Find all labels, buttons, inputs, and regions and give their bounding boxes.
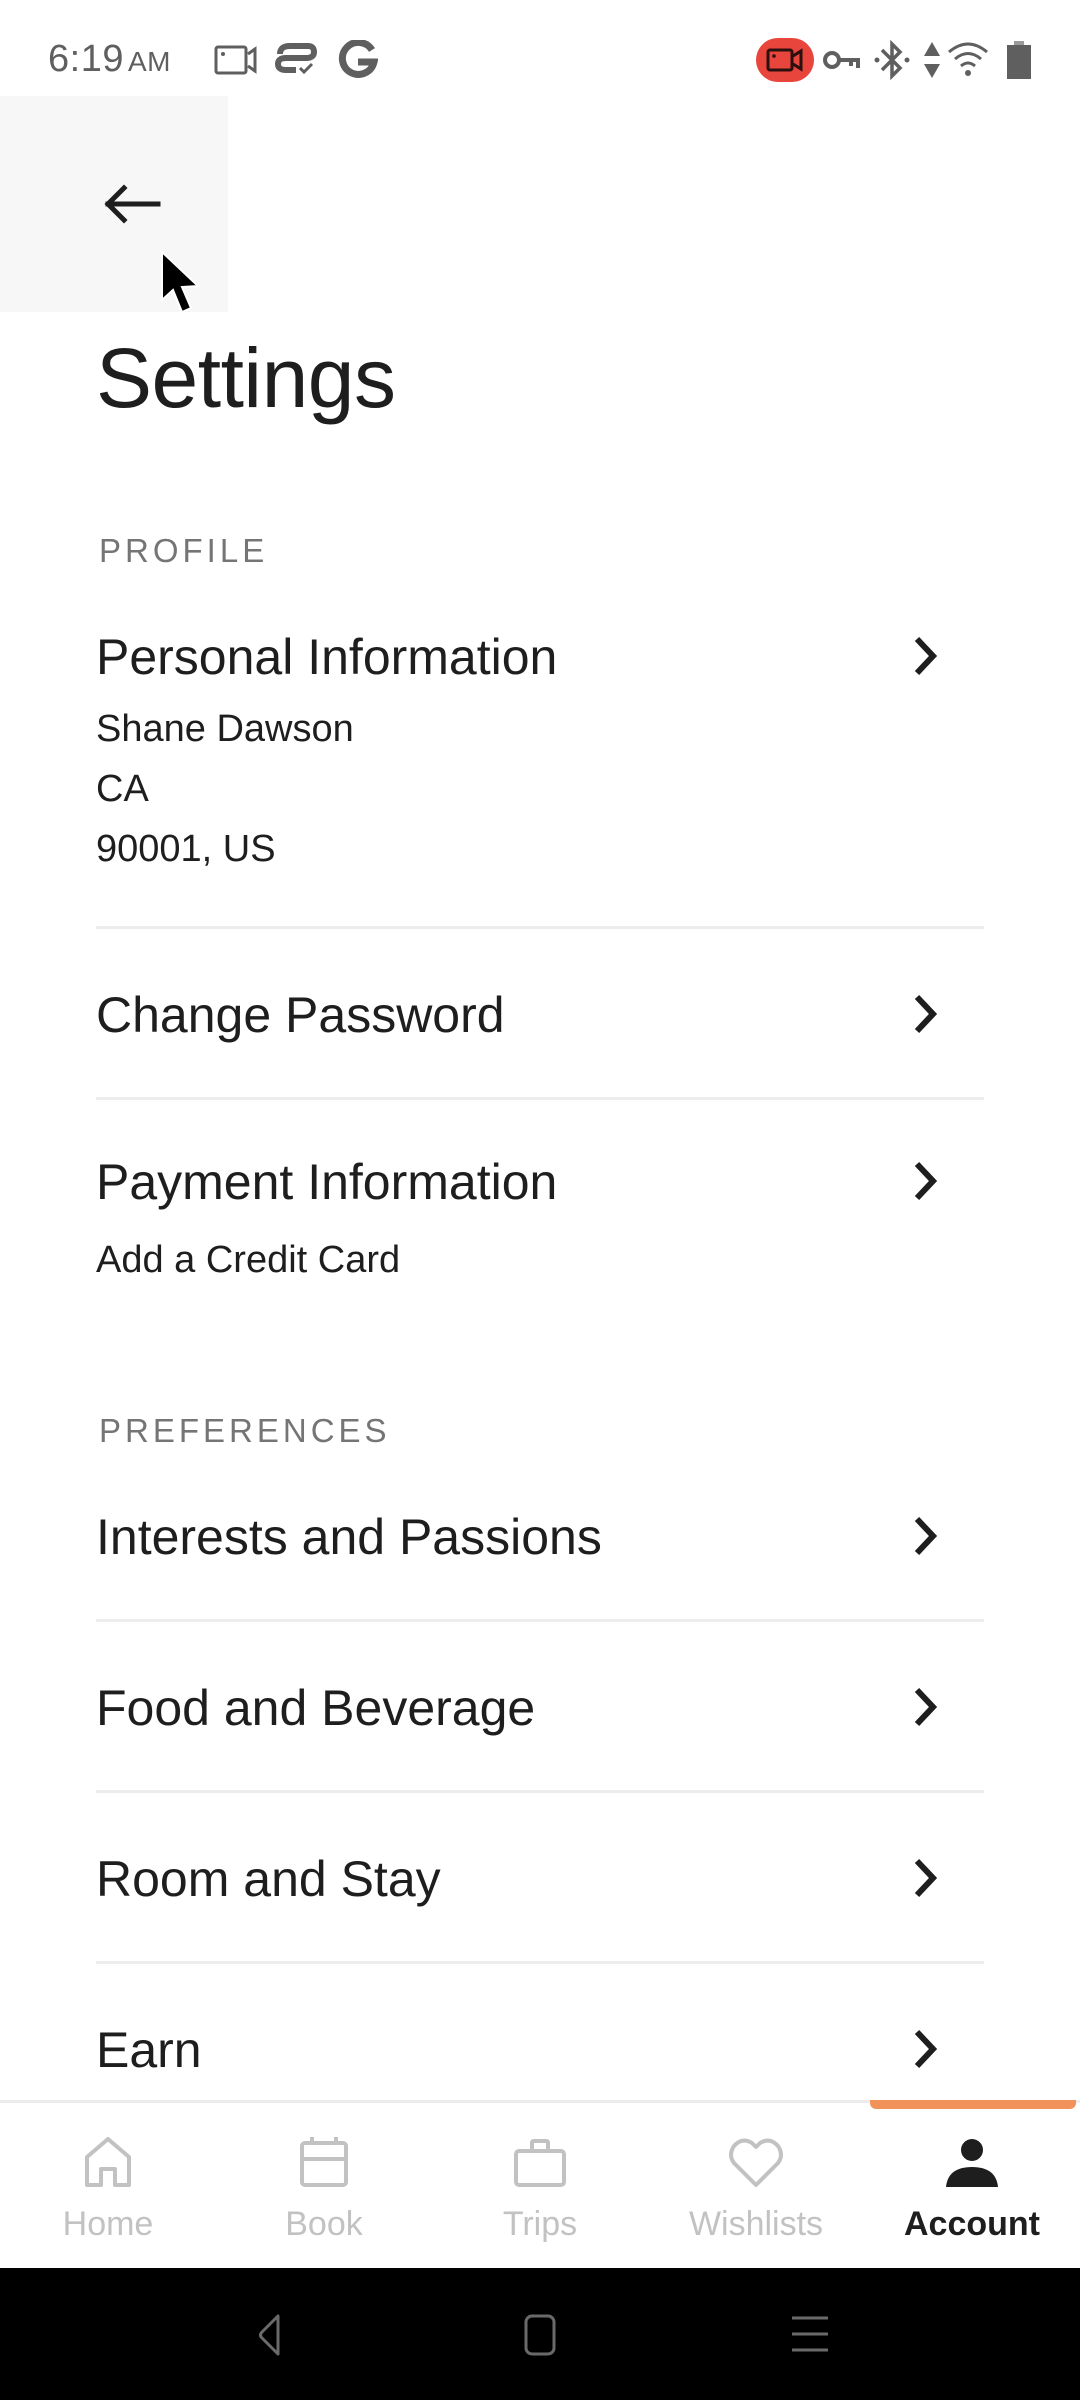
settings-item-interests-and-passions[interactable]: Interests and Passions	[96, 1512, 984, 1582]
divider	[96, 1097, 984, 1100]
item-subtitle-state: CA	[96, 768, 149, 810]
nav-label: Wishlists	[688, 2205, 824, 2243]
item-title: Food and Beverage	[96, 1680, 536, 1736]
chevron-right-icon	[914, 2029, 938, 2069]
nav-label: Account	[904, 2205, 1040, 2243]
briefcase-icon	[514, 2139, 566, 2187]
divider	[96, 1619, 984, 1622]
settings-item-personal-information[interactable]: Personal Information Shane Dawson CA 900…	[96, 632, 984, 892]
item-title: Personal Information	[96, 629, 558, 685]
system-navigation-bar	[0, 2268, 1080, 2400]
wifi-icon	[948, 42, 988, 76]
person-icon	[946, 2139, 998, 2187]
nav-tab-trips[interactable]: Trips	[432, 2103, 648, 2271]
chevron-right-icon	[914, 1858, 938, 1898]
nav-label: Home	[62, 2205, 154, 2243]
nav-label: Trips	[502, 2205, 578, 2243]
nav-tab-book[interactable]: Book	[216, 2103, 432, 2271]
google-icon	[338, 40, 378, 78]
divider	[96, 1961, 984, 1964]
settings-item-earn[interactable]: Earn	[96, 2025, 984, 2095]
settings-item-change-password[interactable]: Change Password	[96, 990, 984, 1060]
recording-active-icon	[756, 38, 814, 82]
page-title: Settings	[96, 331, 396, 425]
item-title: Earn	[96, 2022, 202, 2078]
system-recents-icon[interactable]	[780, 2310, 840, 2360]
item-title: Room and Stay	[96, 1851, 441, 1907]
nav-label: Book	[285, 2205, 363, 2243]
chevron-right-icon	[914, 994, 938, 1034]
divider	[96, 1790, 984, 1793]
calendar-icon	[300, 2137, 348, 2187]
chevron-right-icon	[914, 1516, 938, 1556]
system-back-icon[interactable]	[238, 2310, 298, 2360]
mouse-cursor-icon	[161, 250, 201, 314]
item-subtitle-zip: 90001, US	[96, 828, 276, 870]
arrow-left-icon[interactable]	[102, 180, 162, 228]
chevron-right-icon	[914, 636, 938, 676]
home-icon	[85, 2137, 131, 2187]
settings-item-room-and-stay[interactable]: Room and Stay	[96, 1854, 984, 1924]
system-home-icon[interactable]	[510, 2310, 570, 2360]
bluetooth-icon	[874, 39, 910, 81]
status-time: 6:19 AM	[48, 38, 171, 80]
bottom-nav: Home Book Trips Wishlists Account	[0, 2100, 1080, 2271]
data-transfer-icon	[924, 42, 940, 78]
nav-tab-account[interactable]: Account	[864, 2103, 1080, 2271]
section-header-preferences: PREFERENCES	[99, 1412, 391, 1449]
settings-item-payment-information[interactable]: Payment Information Add a Credit Card	[96, 1157, 984, 1287]
chevron-right-icon	[914, 1161, 938, 1201]
settings-item-food-and-beverage[interactable]: Food and Beverage	[96, 1683, 984, 1753]
section-header-profile: PROFILE	[99, 532, 269, 569]
cloud-sync-icon	[274, 43, 318, 75]
vpn-key-icon	[823, 51, 860, 69]
active-tab-indicator	[870, 2100, 1076, 2109]
screen-record-icon	[214, 45, 257, 75]
heart-icon	[729, 2138, 783, 2187]
chevron-right-icon	[914, 1687, 938, 1727]
item-title: Change Password	[96, 987, 505, 1043]
divider	[96, 926, 984, 929]
item-subtitle-name: Shane Dawson	[96, 708, 354, 750]
item-title: Interests and Passions	[96, 1509, 602, 1565]
battery-icon	[1007, 41, 1031, 79]
nav-tab-wishlists[interactable]: Wishlists	[648, 2103, 864, 2271]
item-title: Payment Information	[96, 1154, 558, 1210]
nav-tab-home[interactable]: Home	[0, 2103, 216, 2271]
item-subtitle: Add a Credit Card	[96, 1239, 401, 1281]
